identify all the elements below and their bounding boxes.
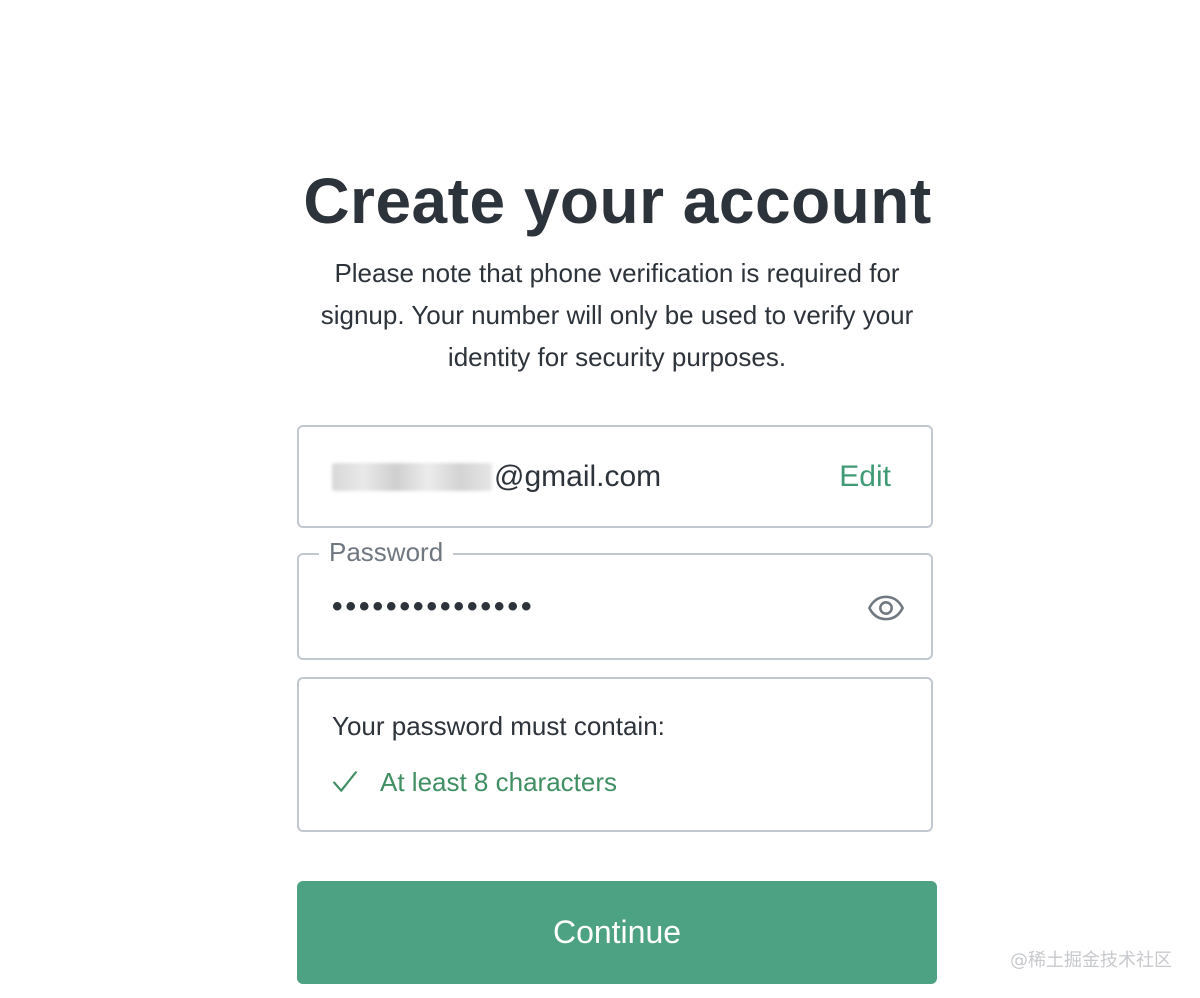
password-requirements: Your password must contain: At least 8 c…: [297, 677, 933, 832]
password-label: Password: [319, 535, 454, 569]
requirements-title: Your password must contain:: [332, 711, 665, 741]
redacted-email-prefix: [332, 463, 492, 491]
continue-button[interactable]: Continue: [297, 881, 937, 984]
email-suffix: @gmail.com: [494, 460, 662, 493]
email-field: @gmail.com Edit: [297, 425, 933, 528]
signup-page: Create your account Please note that pho…: [0, 0, 1200, 998]
requirement-label: At least 8 characters: [380, 767, 617, 797]
edit-email-link[interactable]: Edit: [839, 457, 891, 497]
check-icon: [333, 771, 357, 792]
page-title: Create your account: [303, 165, 932, 237]
page-subtitle: Please note that phone verification is r…: [320, 258, 914, 372]
requirement-item: At least 8 characters: [332, 765, 617, 799]
eye-icon[interactable]: [867, 589, 905, 627]
password-input[interactable]: •••••••••••••••: [332, 587, 535, 627]
watermark-text: @稀土掘金技术社区: [1010, 950, 1172, 971]
password-field[interactable]: Password •••••••••••••••: [297, 535, 933, 660]
email-value: @gmail.com: [332, 457, 661, 497]
